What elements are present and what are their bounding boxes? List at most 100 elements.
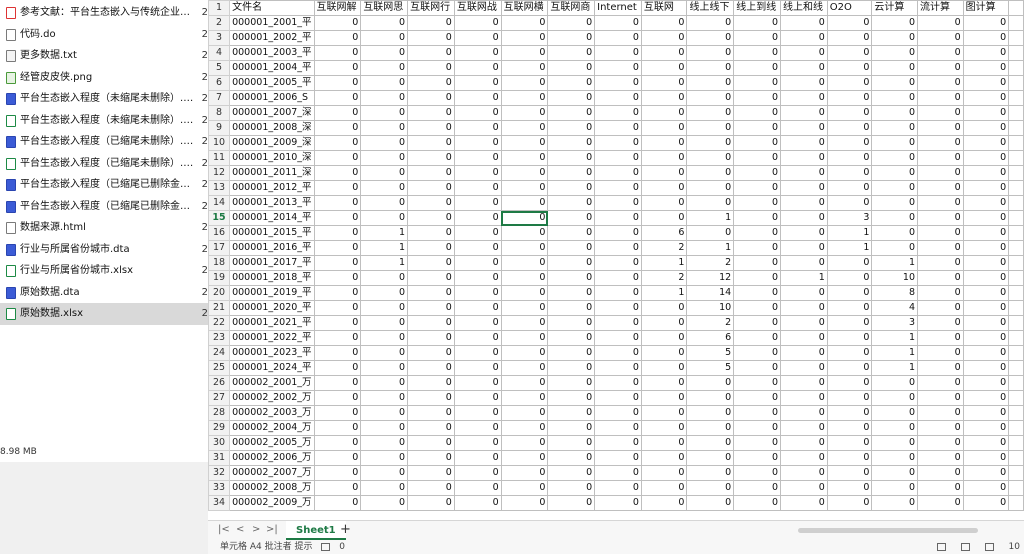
value-cell[interactable]: 0 [313, 30, 362, 46]
value-cell[interactable]: 0 [640, 180, 688, 196]
value-cell[interactable]: 0 [500, 330, 549, 346]
value-cell[interactable]: 0 [360, 90, 409, 106]
value-cell[interactable]: 0 [547, 240, 596, 256]
value-cell[interactable]: 0 [686, 435, 735, 451]
filename-cell[interactable]: 000001_2008_深 [229, 120, 315, 136]
row-number[interactable]: 9 [208, 120, 231, 136]
value-cell[interactable]: 0 [917, 165, 964, 181]
filename-cell[interactable]: 000002_2008_万 [229, 480, 315, 496]
row-number[interactable]: 21 [208, 300, 231, 316]
value-cell[interactable]: 1 [640, 255, 688, 271]
value-cell[interactable]: 0 [686, 480, 735, 496]
value-cell[interactable]: 0 [779, 330, 828, 346]
file-item[interactable]: 数据来源.html 2 [0, 217, 208, 239]
file-item[interactable]: 平台生态嵌入程度（已缩尾已删除金融S... 2 [0, 196, 208, 218]
value-cell[interactable]: 0 [640, 330, 688, 346]
value-cell[interactable]: 0 [871, 60, 919, 76]
value-cell[interactable]: 0 [547, 180, 596, 196]
file-item[interactable]: 原始数据.dta 2 [0, 282, 208, 304]
value-cell[interactable]: 0 [407, 465, 455, 481]
value-cell[interactable]: 0 [917, 60, 964, 76]
value-cell[interactable]: 0 [313, 450, 362, 466]
value-cell[interactable]: 0 [313, 495, 362, 511]
value-cell[interactable]: 0 [453, 435, 502, 451]
value-cell[interactable]: 0 [547, 465, 596, 481]
value-cell[interactable]: 0 [640, 165, 688, 181]
value-cell[interactable]: 0 [779, 495, 828, 511]
value-cell[interactable]: 0 [360, 45, 409, 61]
value-cell[interactable]: 0 [407, 120, 455, 136]
filename-cell[interactable]: 000001_2024_平 [229, 360, 315, 376]
value-cell[interactable]: 0 [640, 195, 688, 211]
value-cell[interactable]: 0 [453, 135, 502, 151]
view-pagebreak-icon[interactable] [984, 542, 994, 551]
column-header-cell[interactable]: 互联网战 [453, 0, 502, 16]
value-cell[interactable]: 0 [360, 60, 409, 76]
value-cell[interactable]: 0 [360, 135, 409, 151]
value-cell[interactable]: 0 [453, 330, 502, 346]
value-cell[interactable]: 0 [547, 450, 596, 466]
filename-cell[interactable]: 000001_2014_平 [229, 210, 315, 226]
value-cell[interactable]: 0 [962, 330, 1010, 346]
value-cell[interactable]: 0 [733, 30, 781, 46]
value-cell[interactable]: 0 [547, 270, 596, 286]
value-cell[interactable]: 0 [640, 210, 688, 226]
value-cell[interactable]: 0 [313, 420, 362, 436]
value-cell[interactable]: 0 [500, 285, 549, 301]
value-cell[interactable]: 0 [779, 300, 828, 316]
value-cell[interactable]: 0 [407, 180, 455, 196]
value-cell[interactable]: 0 [733, 210, 781, 226]
value-cell[interactable]: 0 [547, 330, 596, 346]
value-cell[interactable]: 0 [360, 465, 409, 481]
value-cell[interactable]: 0 [360, 390, 409, 406]
horizontal-scrollbar[interactable] [798, 528, 978, 533]
value-cell[interactable]: 0 [962, 345, 1010, 361]
value-cell[interactable]: 0 [453, 180, 502, 196]
value-cell[interactable]: 10 [871, 270, 919, 286]
value-cell[interactable]: 0 [360, 495, 409, 511]
value-cell[interactable]: 0 [917, 270, 964, 286]
value-cell[interactable]: 0 [779, 210, 828, 226]
value-cell[interactable]: 0 [686, 30, 735, 46]
partial-cell[interactable] [1008, 90, 1024, 106]
value-cell[interactable]: 0 [686, 405, 735, 421]
value-cell[interactable]: 0 [594, 480, 642, 496]
value-cell[interactable]: 0 [733, 270, 781, 286]
value-cell[interactable]: 0 [453, 45, 502, 61]
value-cell[interactable]: 6 [640, 225, 688, 241]
value-cell[interactable]: 0 [962, 450, 1010, 466]
value-cell[interactable]: 0 [871, 240, 919, 256]
file-item[interactable]: 参考文献：平台生态嵌入与传统企业价值... 2 [0, 2, 208, 24]
value-cell[interactable]: 0 [779, 405, 828, 421]
value-cell[interactable]: 0 [547, 75, 596, 91]
value-cell[interactable]: 0 [733, 315, 781, 331]
value-cell[interactable]: 0 [407, 240, 455, 256]
value-cell[interactable]: 0 [453, 420, 502, 436]
value-cell[interactable]: 0 [407, 480, 455, 496]
filename-cell[interactable]: 000001_2016_平 [229, 240, 315, 256]
partial-cell[interactable] [1008, 345, 1024, 361]
value-cell[interactable]: 0 [871, 405, 919, 421]
value-cell[interactable]: 0 [594, 75, 642, 91]
value-cell[interactable]: 0 [917, 285, 964, 301]
value-cell[interactable]: 0 [453, 195, 502, 211]
value-cell[interactable]: 2 [640, 240, 688, 256]
value-cell[interactable]: 0 [640, 495, 688, 511]
row-number[interactable]: 25 [208, 360, 231, 376]
value-cell[interactable]: 0 [686, 390, 735, 406]
value-cell[interactable]: 0 [917, 420, 964, 436]
value-cell[interactable]: 0 [917, 15, 964, 31]
value-cell[interactable]: 0 [640, 390, 688, 406]
value-cell[interactable]: 0 [640, 30, 688, 46]
filename-cell[interactable]: 000002_2001_万 [229, 375, 315, 391]
row-number[interactable]: 30 [208, 435, 231, 451]
value-cell[interactable]: 0 [826, 165, 873, 181]
value-cell[interactable]: 0 [733, 375, 781, 391]
value-cell[interactable]: 0 [313, 480, 362, 496]
partial-cell[interactable] [1008, 195, 1024, 211]
value-cell[interactable]: 0 [917, 90, 964, 106]
row-number[interactable]: 34 [208, 495, 231, 511]
value-cell[interactable]: 0 [313, 330, 362, 346]
value-cell[interactable]: 0 [407, 225, 455, 241]
filename-cell[interactable]: 000001_2020_平 [229, 300, 315, 316]
